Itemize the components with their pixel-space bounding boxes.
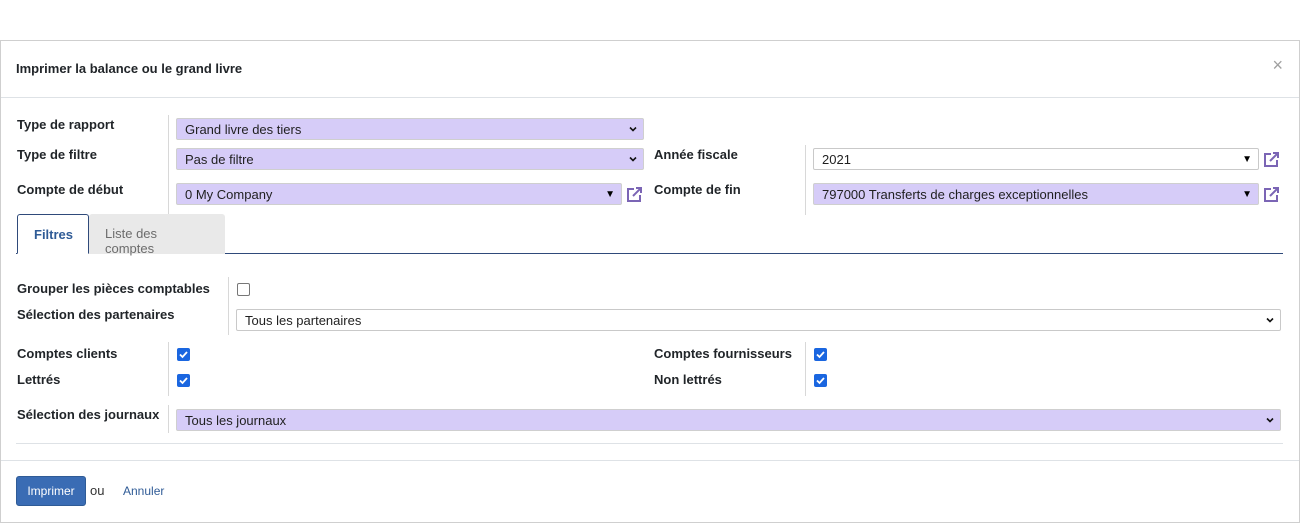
grouper-pieces-label: Grouper les pièces comptables bbox=[17, 281, 210, 296]
content-divider bbox=[16, 443, 1283, 444]
comptes-fournisseurs-label: Comptes fournisseurs bbox=[654, 346, 792, 361]
comptes-clients-label: Comptes clients bbox=[17, 346, 118, 361]
compte-fin-label: Compte de fin bbox=[654, 182, 741, 197]
selection-partenaires-label: Sélection des partenaires bbox=[17, 307, 175, 322]
chevron-down-icon bbox=[1266, 317, 1274, 323]
selection-journaux-value: Tous les journaux bbox=[185, 413, 287, 428]
type-filtre-value: Pas de filtre bbox=[185, 152, 254, 167]
chevron-down-icon bbox=[629, 156, 637, 162]
left-column-divider bbox=[168, 115, 169, 215]
print-dialog: Imprimer la balance ou le grand livre × … bbox=[0, 40, 1300, 523]
chevron-down-icon bbox=[1266, 417, 1274, 423]
selection-journaux-label: Sélection des journaux bbox=[17, 407, 160, 422]
tab-liste-des-comptes[interactable]: Liste des comptes bbox=[89, 214, 225, 256]
fournisseurs-divider bbox=[805, 342, 806, 396]
selection-partenaires-select[interactable]: Tous les partenaires bbox=[236, 309, 1281, 331]
type-rapport-select[interactable]: Grand livre des tiers bbox=[176, 118, 644, 140]
filter-column-divider bbox=[228, 277, 229, 335]
lettres-label: Lettrés bbox=[17, 372, 61, 387]
cancel-link[interactable]: Annuler bbox=[123, 484, 164, 498]
clients-divider bbox=[168, 342, 169, 396]
lettres-checkbox[interactable] bbox=[177, 374, 190, 387]
external-link-icon[interactable] bbox=[1262, 186, 1280, 204]
or-text: ou bbox=[90, 483, 105, 498]
annee-fiscale-select[interactable]: 2021 ▼ bbox=[813, 148, 1259, 170]
compte-fin-select[interactable]: 797000 Transferts de charges exceptionne… bbox=[813, 183, 1259, 205]
comptes-clients-checkbox[interactable] bbox=[177, 348, 190, 361]
comptes-fournisseurs-checkbox[interactable] bbox=[814, 348, 827, 361]
chevron-down-icon bbox=[629, 126, 637, 132]
dialog-title: Imprimer la balance ou le grand livre bbox=[16, 61, 243, 76]
selection-journaux-select[interactable]: Tous les journaux bbox=[176, 409, 1281, 431]
type-filtre-select[interactable]: Pas de filtre bbox=[176, 148, 644, 170]
grouper-pieces-checkbox[interactable] bbox=[237, 283, 250, 296]
footer-divider bbox=[1, 460, 1299, 461]
type-rapport-value: Grand livre des tiers bbox=[185, 122, 302, 137]
dropdown-caret-icon: ▼ bbox=[1242, 189, 1252, 200]
annee-fiscale-value: 2021 bbox=[822, 152, 851, 167]
non-lettres-checkbox[interactable] bbox=[814, 374, 827, 387]
compte-fin-value: 797000 Transferts de charges exceptionne… bbox=[822, 187, 1088, 202]
non-lettres-label: Non lettrés bbox=[654, 372, 722, 387]
compte-debut-value: 0 My Company bbox=[185, 187, 273, 202]
print-button[interactable]: Imprimer bbox=[16, 476, 86, 506]
dropdown-caret-icon: ▼ bbox=[1242, 154, 1252, 165]
selection-partenaires-value: Tous les partenaires bbox=[245, 313, 362, 328]
close-icon[interactable]: × bbox=[1272, 55, 1283, 75]
type-filtre-label: Type de filtre bbox=[17, 147, 97, 162]
dialog-header: Imprimer la balance ou le grand livre × bbox=[1, 41, 1299, 98]
journaux-divider bbox=[168, 405, 169, 433]
dropdown-caret-icon: ▼ bbox=[605, 189, 615, 200]
compte-debut-label: Compte de début bbox=[17, 182, 124, 197]
right-column-divider bbox=[805, 145, 806, 215]
type-rapport-label: Type de rapport bbox=[17, 117, 115, 132]
compte-debut-select[interactable]: 0 My Company ▼ bbox=[176, 183, 622, 205]
external-link-icon[interactable] bbox=[1262, 151, 1280, 169]
external-link-icon[interactable] bbox=[625, 186, 643, 204]
tab-filtres[interactable]: Filtres bbox=[17, 214, 89, 254]
annee-fiscale-label: Année fiscale bbox=[654, 147, 738, 162]
